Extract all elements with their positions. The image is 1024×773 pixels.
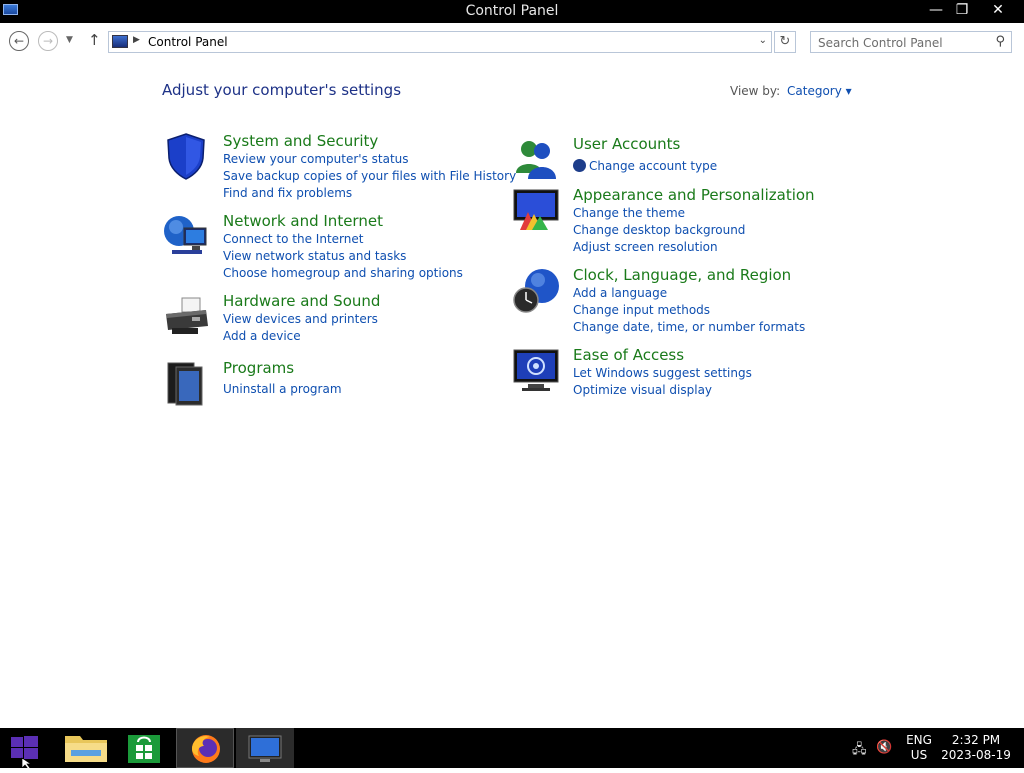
category-link[interactable]: Choose homegroup and sharing options xyxy=(223,265,463,282)
arrow-left-icon: ← xyxy=(13,34,25,48)
users-icon[interactable] xyxy=(512,135,560,183)
clock-globe-icon[interactable] xyxy=(512,266,560,314)
category-title[interactable]: Clock, Language, and Region xyxy=(573,266,791,284)
title-bar: Control Panel — ❐ ✕ xyxy=(0,0,1024,23)
address-bar[interactable]: ▶ Control Panel ⌄ xyxy=(108,31,772,53)
back-button[interactable]: ← xyxy=(9,31,29,51)
network-globe-icon[interactable] xyxy=(162,212,210,260)
close-button[interactable]: ✕ xyxy=(982,0,1014,20)
category-link[interactable]: Change account type xyxy=(573,158,717,175)
ease-of-access-icon[interactable] xyxy=(512,346,560,394)
category-link-label: Change account type xyxy=(589,159,718,173)
language-indicator[interactable]: ENG US xyxy=(905,733,933,763)
monitor-palette-icon[interactable] xyxy=(512,186,560,234)
category-link[interactable]: Add a language xyxy=(573,285,805,302)
chevron-down-icon[interactable]: ⌄ xyxy=(759,35,767,46)
store-icon xyxy=(128,735,160,763)
shield-icon[interactable] xyxy=(162,132,210,180)
category-link[interactable]: Change input methods xyxy=(573,302,805,319)
firefox-taskbar-button[interactable] xyxy=(176,728,234,768)
category-link[interactable]: Optimize visual display xyxy=(573,382,752,399)
category-title[interactable]: Programs xyxy=(223,359,294,377)
view-by-dropdown[interactable]: Category xyxy=(787,84,852,98)
taskbar xyxy=(0,728,1024,770)
chevron-right-icon[interactable]: ▶ xyxy=(133,35,140,45)
search-input[interactable] xyxy=(811,33,981,53)
page-title: Adjust your computer's settings xyxy=(162,81,402,99)
minimize-button[interactable]: — xyxy=(922,0,950,20)
window-title: Control Panel xyxy=(465,3,559,19)
control-panel-icon xyxy=(112,35,128,48)
shield-globe-icon xyxy=(573,159,586,172)
network-status-icon[interactable]: 🖧 xyxy=(852,740,867,762)
category-title[interactable]: User Accounts xyxy=(573,135,680,153)
clock[interactable]: 2:32 PM 2023-08-19 xyxy=(940,733,1012,763)
category-link[interactable]: Let Windows suggest settings xyxy=(573,365,752,382)
start-button[interactable] xyxy=(0,728,48,770)
navigation-bar: ← → ▼ ↑ ▶ Control Panel ⌄ ↻ ⚲ xyxy=(0,23,1024,59)
clock-time: 2:32 PM xyxy=(951,733,1001,747)
firefox-icon xyxy=(192,735,220,763)
store-taskbar-button[interactable] xyxy=(114,728,174,768)
folder-icon xyxy=(65,736,107,762)
refresh-button[interactable]: ↻ xyxy=(774,31,796,53)
breadcrumb[interactable]: Control Panel xyxy=(148,35,228,49)
recent-locations-button[interactable]: ▼ xyxy=(66,35,73,45)
printer-icon[interactable] xyxy=(162,292,210,340)
category-link[interactable]: View devices and printers xyxy=(223,311,378,328)
category-title[interactable]: Appearance and Personalization xyxy=(573,186,815,204)
category-link[interactable]: View network status and tasks xyxy=(223,248,463,265)
arrow-right-icon: → xyxy=(42,34,54,48)
category-title[interactable]: Hardware and Sound xyxy=(223,292,380,310)
forward-button[interactable]: → xyxy=(38,31,58,51)
search-box[interactable]: ⚲ xyxy=(810,31,1012,53)
volume-muted-icon[interactable]: 🔇 xyxy=(876,740,892,755)
category-link[interactable]: Review your computer's status xyxy=(223,151,516,168)
category-link[interactable]: Add a device xyxy=(223,328,378,345)
file-explorer-taskbar-button[interactable] xyxy=(56,728,116,768)
category-link[interactable]: Adjust screen resolution xyxy=(573,239,745,256)
up-button[interactable]: ↑ xyxy=(88,31,101,49)
category-title[interactable]: Ease of Access xyxy=(573,346,684,364)
programs-icon[interactable] xyxy=(162,359,210,407)
control-panel-taskbar-button[interactable] xyxy=(236,728,294,768)
category-link[interactable]: Save backup copies of your files with Fi… xyxy=(223,168,516,185)
view-by-label: View by: xyxy=(730,84,781,98)
category-link[interactable]: Change desktop background xyxy=(573,222,745,239)
language-top: ENG xyxy=(906,733,932,747)
category-link[interactable]: Change the theme xyxy=(573,205,745,222)
restore-button[interactable]: ❐ xyxy=(948,0,976,20)
language-bottom: US xyxy=(910,748,928,762)
control-panel-icon xyxy=(248,735,282,762)
search-icon[interactable]: ⚲ xyxy=(995,34,1005,49)
category-link[interactable]: Find and fix problems xyxy=(223,185,516,202)
category-link[interactable]: Change date, time, or number formats xyxy=(573,319,805,336)
windows-logo-icon xyxy=(11,736,38,770)
clock-date: 2023-08-19 xyxy=(941,748,1011,762)
category-link[interactable]: Connect to the Internet xyxy=(223,231,463,248)
category-title[interactable]: Network and Internet xyxy=(223,212,383,230)
category-link[interactable]: Uninstall a program xyxy=(223,381,342,398)
category-title[interactable]: System and Security xyxy=(223,132,378,150)
